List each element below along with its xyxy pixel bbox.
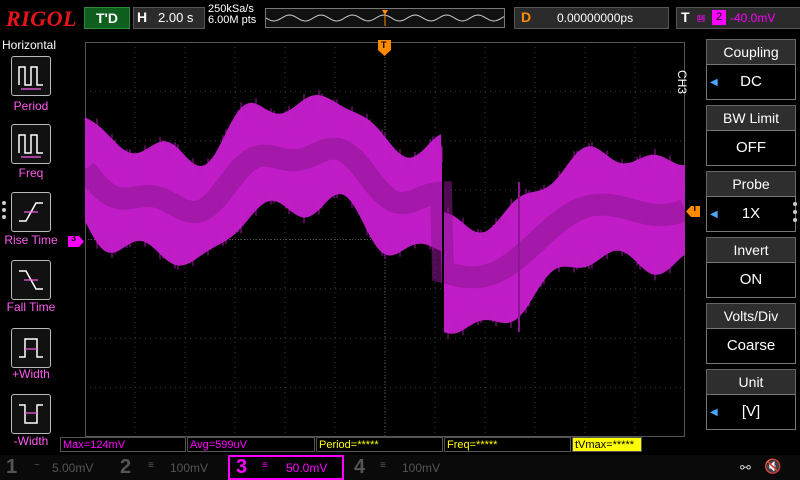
fall-time-label: Fall Time	[6, 300, 56, 314]
measurement-freq[interactable]: Freq=*****	[444, 437, 571, 452]
scroll-dot	[793, 218, 797, 222]
channel-4-number: 4	[354, 456, 366, 478]
menu-title: Horizontal	[2, 38, 57, 52]
unit-title: Unit	[706, 369, 796, 394]
channel-1-number: 1	[6, 456, 18, 478]
probe-button[interactable]: 1X	[706, 196, 796, 232]
usb-icon: ⚯	[740, 460, 751, 475]
positive-width-label: +Width	[12, 367, 50, 381]
unit-button[interactable]: [V]	[706, 394, 796, 430]
trigger-level: -40.0mV	[730, 11, 776, 25]
rise-time-button[interactable]	[11, 192, 51, 232]
channel3-offset-marker[interactable]: 3	[68, 233, 84, 247]
trigger-marker-label: T	[381, 40, 387, 50]
channel-1-scale: 5.00mV	[52, 461, 94, 475]
scroll-dot	[2, 215, 6, 219]
memory-overview[interactable]	[265, 8, 505, 28]
negative-width-icon	[19, 404, 43, 424]
delay-box[interactable]: D 0.00000000ps	[514, 7, 669, 29]
measure-menu: Horizontal Period Freq Rise Time Fall Ti…	[0, 36, 60, 456]
graticule	[76, 41, 690, 438]
acquisition-info: 250kSa/s 6.00M pts	[208, 4, 256, 26]
negative-width-button[interactable]	[11, 394, 51, 434]
volts-div-title: Volts/Div	[706, 303, 796, 328]
bw-limit-title: BW Limit	[706, 105, 796, 130]
dc-coupling-icon: ≡	[380, 460, 386, 471]
trigger-label: T	[681, 9, 690, 25]
period-label: Period	[13, 99, 49, 113]
trigger-level-marker-label: T	[692, 203, 698, 213]
trigger-source: 2	[712, 10, 726, 25]
invert-button[interactable]: ON	[706, 262, 796, 298]
fall-time-button[interactable]	[11, 260, 51, 300]
trigger-level-marker[interactable]: T	[686, 203, 700, 217]
negative-width-label: -Width	[13, 434, 49, 448]
channel-3-tab[interactable]: 3 ≡ 50.0mV	[228, 455, 344, 480]
scroll-dot	[2, 208, 6, 212]
coupling-arrow-icon: ◀	[710, 77, 718, 88]
top-status-bar: RIGOL T'D H 2.00 s 250kSa/s 6.00M pts D …	[0, 0, 800, 36]
trigger-position-marker[interactable]: T	[378, 40, 391, 56]
scroll-dot	[2, 201, 6, 205]
channel-2-scale: 100mV	[170, 461, 209, 475]
channel3-marker-label: 3	[71, 233, 77, 243]
trigger-box[interactable]: T ⩏ 2 -40.0mV	[676, 7, 800, 29]
positive-width-button[interactable]	[11, 328, 51, 368]
period-icon	[18, 66, 43, 90]
channel-3-scale: 50.0mV	[286, 461, 328, 475]
freq-label: Freq	[18, 166, 44, 180]
delay-label: D	[521, 9, 532, 25]
channel-2-number: 2	[120, 456, 132, 478]
scroll-dot	[793, 210, 797, 214]
timebase-label: H	[137, 9, 148, 25]
rigol-logo: RIGOL	[6, 6, 77, 31]
trigger-status-badge: T'D	[84, 7, 130, 29]
speaker-muted-icon[interactable]: 🔇	[764, 458, 781, 475]
channel-bar: 1 ~ 5.00mV 2 ≡ 100mV 3 ≡ 50.0mV 4 ≡ 100m…	[0, 455, 800, 480]
bw-limit-button[interactable]: OFF	[706, 130, 796, 166]
coupling-button[interactable]: DC	[706, 64, 796, 100]
unit-arrow-icon: ◀	[710, 407, 718, 418]
channel-4-scale: 100mV	[402, 461, 441, 475]
volts-div-button[interactable]: Coarse	[706, 328, 796, 364]
menu-channel-label: CH3	[675, 70, 689, 95]
ac-coupling-icon: ~	[34, 460, 40, 471]
period-button[interactable]	[11, 56, 51, 96]
timebase-box[interactable]: H 2.00 s	[133, 7, 205, 29]
measurement-avg[interactable]: Avg=599uV	[187, 437, 315, 452]
channel-3-number: 3	[236, 456, 248, 478]
invert-title: Invert	[706, 237, 796, 262]
waveform-display[interactable]	[76, 41, 690, 438]
measurement-tvmax[interactable]: tVmax=*****	[572, 437, 642, 452]
freq-button[interactable]	[11, 124, 51, 164]
memory-overview-waveform	[265, 10, 505, 26]
dc-coupling-icon: ≡	[148, 460, 154, 471]
delay-value: 0.00000000ps	[557, 11, 634, 25]
rise-time-icon	[19, 202, 43, 222]
timebase-value: 2.00 s	[158, 10, 194, 25]
falling-edge-icon: ⩏	[697, 9, 705, 25]
rise-time-label: Rise Time	[4, 233, 58, 247]
scroll-dot	[793, 202, 797, 206]
fall-time-icon	[19, 270, 43, 290]
channel-1-tab[interactable]: 1 ~ 5.00mV	[0, 455, 112, 480]
probe-arrow-icon: ◀	[710, 209, 718, 220]
channel-2-tab[interactable]: 2 ≡ 100mV	[114, 455, 226, 480]
measurement-max[interactable]: Max=124mV	[60, 437, 186, 452]
channel-4-tab[interactable]: 4 ≡ 100mV	[346, 455, 458, 480]
measurement-period[interactable]: Period=*****	[316, 437, 443, 452]
freq-icon	[18, 134, 43, 158]
probe-title: Probe	[706, 171, 796, 196]
coupling-title: Coupling	[706, 39, 796, 64]
memory-depth: 6.00M pts	[208, 14, 257, 26]
dc-coupling-icon: ≡	[262, 460, 268, 471]
positive-width-icon	[19, 338, 43, 358]
